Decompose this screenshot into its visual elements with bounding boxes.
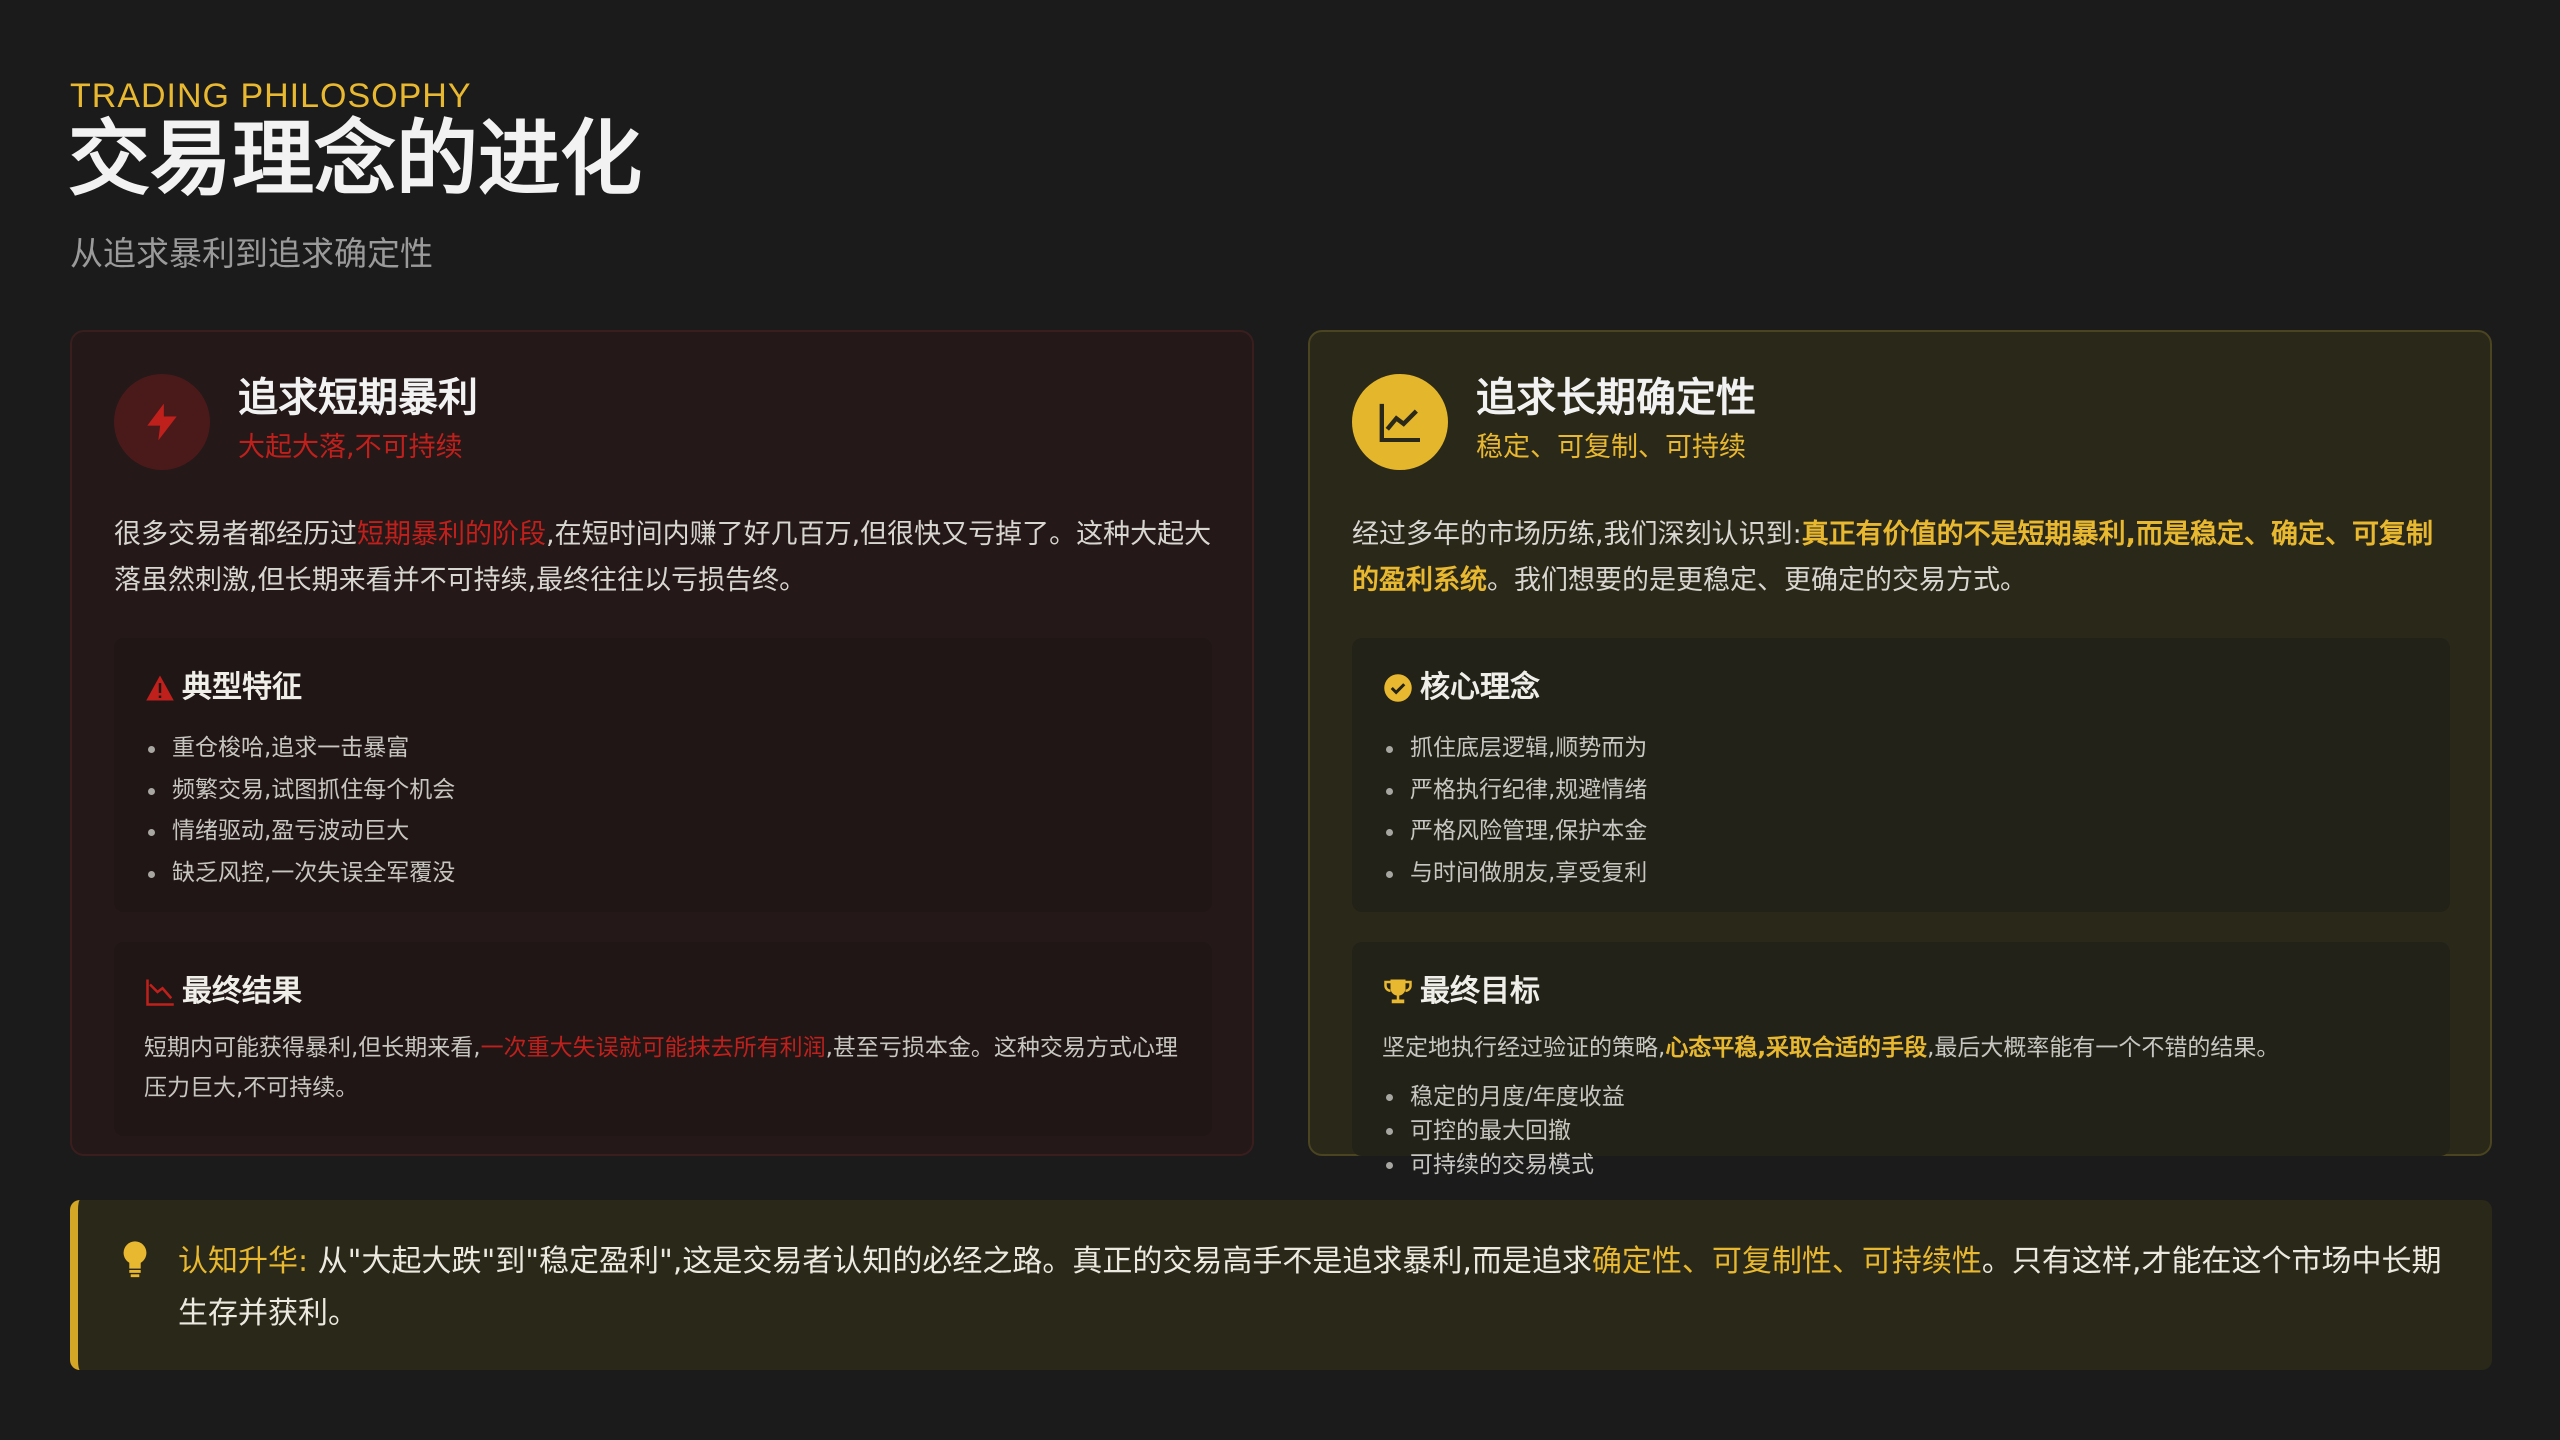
list-item: 缺乏风控,一次失误全军覆没 (144, 853, 455, 895)
check-circle-icon (1382, 672, 1414, 704)
lightbulb-icon (120, 1240, 156, 1280)
goal-list: 稳定的月度/年度收益 可控的最大回撤 可持续的交易模式 (1382, 1080, 1625, 1182)
core-list: 抓住底层逻辑,顺势而为 严格执行纪律,规避情绪 严格风险管理,保护本金 与时间做… (1382, 728, 1647, 894)
list-item: 稳定的月度/年度收益 (1382, 1080, 1625, 1114)
panel-tagline: 大起大落,不可持续 (238, 432, 463, 463)
goal-text: 坚定地执行经过验证的策略,心态平稳,采取合适的手段,最后大概率能有一个不错的结果… (1382, 1035, 2280, 1061)
chart-line-icon (1352, 374, 1448, 470)
list-item: 重仓梭哈,追求一击暴富 (144, 728, 455, 770)
panel-title: 追求长期确定性 (1476, 375, 1756, 421)
panel-tagline: 稳定、可复制、可持续 (1476, 432, 1746, 463)
list-item: 抓住底层逻辑,顺势而为 (1382, 728, 1647, 770)
list-item: 可控的最大回撤 (1382, 1114, 1625, 1148)
panel-intro: 很多交易者都经历过短期暴利的阶段,在短时间内赚了好几百万,但很快又亏掉了。这种大… (114, 519, 1212, 596)
panel-title: 追求短期暴利 (238, 375, 478, 421)
result-text: 短期内可能获得暴利,但长期来看,一次重大失误就可能抹去所有利润,甚至亏损本金。这… (144, 1035, 1178, 1101)
core-ideas-card: 核心理念 抓住底层逻辑,顺势而为 严格执行纪律,规避情绪 严格风险管理,保护本金… (1352, 638, 2450, 912)
page-title: 交易理念的进化 (68, 112, 643, 207)
lightning-icon (114, 374, 210, 470)
list-item: 严格风险管理,保护本金 (1382, 811, 1647, 853)
list-item: 频繁交易,试图抓住每个机会 (144, 770, 455, 812)
final-result-card: 最终结果 短期内可能获得暴利,但长期来看,一次重大失误就可能抹去所有利润,甚至亏… (114, 942, 1212, 1136)
insight-callout: 认知升华: 从"大起大跌"到"稳定盈利",这是交易者认知的必经之路。真正的交易高… (70, 1200, 2492, 1370)
card-title: 最终结果 (182, 974, 302, 1009)
chart-down-icon (144, 976, 176, 1008)
intro-highlight: 短期暴利的阶段 (357, 519, 546, 550)
card-title: 典型特征 (182, 670, 302, 705)
list-item: 严格执行纪律,规避情绪 (1382, 770, 1647, 812)
insight-lead: 认知升华: (178, 1244, 309, 1279)
short-term-profit-panel: 追求短期暴利 大起大落,不可持续 很多交易者都经历过短期暴利的阶段,在短时间内赚… (70, 330, 1254, 1156)
features-list: 重仓梭哈,追求一击暴富 频繁交易,试图抓住每个机会 情绪驱动,盈亏波动巨大 缺乏… (144, 728, 455, 894)
panel-intro: 经过多年的市场历练,我们深刻认识到:真正有价值的不是短期暴利,而是稳定、确定、可… (1352, 519, 2433, 596)
long-term-certainty-panel: 追求长期确定性 稳定、可复制、可持续 经过多年的市场历练,我们深刻认识到:真正有… (1308, 330, 2492, 1178)
warning-icon (144, 672, 176, 704)
typical-features-card: 典型特征 重仓梭哈,追求一击暴富 频繁交易,试图抓住每个机会 情绪驱动,盈亏波动… (114, 638, 1212, 912)
list-item: 与时间做朋友,享受复利 (1382, 853, 1647, 895)
page-subtitle: 从追求暴利到追求确定性 (70, 234, 433, 273)
list-item: 可持续的交易模式 (1382, 1148, 1625, 1182)
card-title: 最终目标 (1420, 974, 1540, 1009)
list-item: 情绪驱动,盈亏波动巨大 (144, 811, 455, 853)
final-goal-card: 最终目标 坚定地执行经过验证的策略,心态平稳,采取合适的手段,最后大概率能有一个… (1352, 942, 2450, 1178)
trophy-icon (1382, 976, 1414, 1008)
insight-text: 认知升华: 从"大起大跌"到"稳定盈利",这是交易者认知的必经之路。真正的交易高… (178, 1244, 2442, 1331)
card-title: 核心理念 (1420, 670, 1540, 705)
